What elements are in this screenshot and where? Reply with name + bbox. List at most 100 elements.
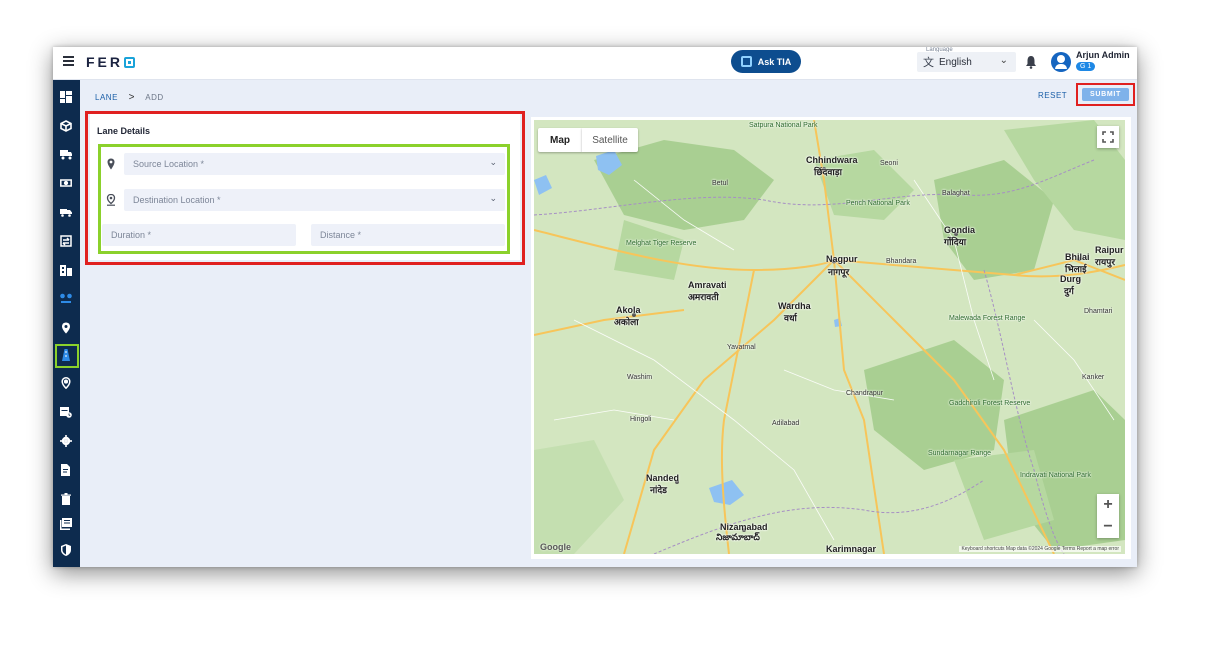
map-label-balaghat: Balaghat [942, 190, 970, 197]
avatar[interactable] [1051, 52, 1071, 72]
logo-o-mark [124, 57, 135, 68]
map-label-washim: Washim [627, 374, 653, 381]
warehouse-icon[interactable] [59, 263, 73, 277]
map-label-hingoli: Hingoli [630, 416, 652, 423]
map-label-gadchiroli: Gadchiroli Forest Reserve [949, 400, 1031, 407]
map-label-chhindwara-local: छिंदवाड़ा [814, 167, 842, 177]
sidebar [53, 80, 80, 567]
ask-tia-button[interactable]: Ask TIA [731, 50, 801, 73]
breadcrumb-lane[interactable]: LANE [95, 93, 118, 102]
map-label-wardha: Wardha [778, 301, 811, 311]
map-label-seoni: Seoni [880, 160, 898, 167]
zoom-controls: + − [1097, 494, 1119, 538]
lane-road-icon[interactable] [55, 344, 79, 368]
route-icon[interactable] [59, 292, 73, 306]
map-label-akola: Akola [616, 305, 641, 315]
menu-icon[interactable] [63, 56, 74, 66]
map-terrain [534, 120, 1125, 554]
submit-highlight: SUBMIT [1076, 83, 1135, 106]
active-item-highlight [55, 344, 79, 368]
money-icon[interactable] [59, 176, 73, 190]
map-label-dhamtari: Dhamtari [1084, 308, 1113, 315]
shield-icon[interactable] [59, 543, 73, 557]
map-attribution[interactable]: Keyboard shortcuts Map data ©2024 Google… [959, 546, 1121, 552]
map-label-amravati-local: अमरावती [688, 292, 719, 302]
user-name: Arjun Admin [1076, 50, 1130, 60]
distance-input[interactable]: Distance * [311, 224, 505, 246]
package-icon[interactable] [59, 119, 73, 133]
breadcrumb: LANE > ADD [95, 92, 164, 103]
map-label-karimnagar: Karimnagar [826, 544, 877, 554]
document-edit-icon[interactable] [59, 463, 73, 477]
map-label-durg: Durg [1060, 274, 1081, 284]
geofence-icon[interactable] [59, 376, 73, 390]
reports-icon[interactable] [59, 517, 73, 531]
distance-placeholder: Distance * [320, 230, 362, 240]
chevron-down-icon: ⌄ [999, 55, 1008, 66]
duration-placeholder: Duration * [111, 230, 152, 240]
map-label-durg-local: दुर्ग [1064, 286, 1074, 296]
map-label-nagpur: Nagpur [826, 254, 858, 264]
app-window: FER Ask TIA Language 文 English ⌄ Arjun A… [53, 47, 1137, 567]
fullscreen-icon[interactable] [1097, 126, 1119, 148]
translate-icon: 文 [923, 57, 934, 69]
breadcrumb-current: ADD [145, 93, 164, 102]
delivery-truck-icon[interactable] [59, 205, 73, 219]
ask-tia-label: Ask TIA [757, 56, 792, 67]
map-label-chhindwara: Chhindwara [806, 155, 858, 165]
destination-location-placeholder: Destination Location * [133, 195, 221, 205]
source-location-placeholder: Source Location * [133, 159, 205, 169]
map-label-raipur: Raipur [1095, 245, 1124, 255]
map-label-raipur-local: रायपुर [1095, 257, 1116, 267]
map-label-kanker: Kanker [1082, 374, 1105, 381]
user-badge: G 1 [1076, 62, 1096, 71]
map-label-bhandara: Bhandara [886, 258, 917, 265]
swap-icon[interactable] [59, 234, 73, 248]
map-label-gondia: Gondia [944, 225, 975, 235]
chevron-down-icon: ⌄ [489, 157, 497, 167]
map-label-melghat: Melghat Tiger Reserve [626, 240, 697, 247]
bell-icon[interactable] [1025, 55, 1037, 69]
fero-logo[interactable]: FER [86, 54, 135, 70]
map-label-indravati: Indravati National Park [1020, 472, 1091, 479]
map-label-amravati: Amravati [688, 280, 727, 290]
map-view-tab[interactable]: Map [538, 128, 582, 152]
schedule-icon[interactable] [59, 405, 73, 419]
lane-details-card: Lane Details Source Location * ⌄ Destina… [90, 114, 520, 260]
satellite-view-tab[interactable]: Satellite [582, 128, 638, 152]
google-map[interactable]: Map Satellite + − Chhindwara छिंदवाड़ा N… [534, 120, 1125, 554]
map-label-betul: Betul [712, 180, 728, 187]
zoom-out-button[interactable]: − [1103, 516, 1112, 538]
destination-pin-icon [106, 194, 116, 206]
map-label-nizamabad-local: నిజామాబాద్ [716, 532, 760, 542]
dashboard-icon[interactable] [59, 90, 73, 104]
map-label-wardha-local: वर्धा [784, 313, 797, 323]
map-label-adilabad: Adilabad [772, 420, 800, 427]
map-label-akola-local: अकोला [614, 317, 639, 327]
submit-button[interactable]: SUBMIT [1082, 88, 1129, 101]
map-label-nanded-local: नांदेड [650, 485, 667, 495]
truck-icon[interactable] [59, 147, 73, 161]
map-label-yavatmal: Yavatmal [727, 344, 756, 351]
chevron-down-icon: ⌄ [489, 193, 497, 203]
trash-icon[interactable] [59, 492, 73, 506]
source-location-select[interactable]: Source Location * ⌄ [124, 153, 505, 175]
logo-text: FER [86, 54, 123, 70]
google-logo: Google [540, 542, 571, 552]
duration-input[interactable]: Duration * [102, 224, 296, 246]
card-title: Lane Details [97, 126, 151, 136]
map-label-gondia-local: गोंदिया [944, 237, 967, 247]
settings-gear-icon[interactable] [59, 434, 73, 448]
location-pin-icon[interactable] [59, 321, 73, 335]
map-label-nizamabad: Nizamabad [720, 522, 768, 532]
map-panel: Map Satellite + − Chhindwara छिंदवाड़ा N… [531, 117, 1131, 559]
map-label-pench: Pench National Park [846, 200, 910, 207]
breadcrumb-separator: > [128, 92, 135, 103]
map-label-chandrapur: Chandrapur [846, 390, 883, 397]
language-value: English [939, 56, 972, 68]
zoom-in-button[interactable]: + [1103, 494, 1112, 516]
destination-location-select[interactable]: Destination Location * ⌄ [124, 189, 505, 211]
map-label-malewada: Malewada Forest Range [949, 315, 1026, 322]
language-select[interactable]: 文 English ⌄ [917, 52, 1016, 72]
reset-button[interactable]: RESET [1038, 91, 1067, 100]
